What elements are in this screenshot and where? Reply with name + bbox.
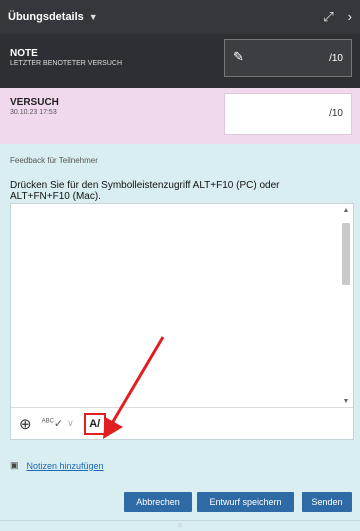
- chevron-right-icon[interactable]: ›: [348, 9, 352, 25]
- grade-field[interactable]: ✎ /10: [224, 39, 352, 77]
- send-button[interactable]: Senden: [302, 492, 352, 512]
- cancel-button[interactable]: Abbrechen: [124, 492, 192, 512]
- chevron-down-icon[interactable]: ∨: [67, 418, 74, 429]
- divider: [0, 520, 360, 521]
- feedback-editor: ▲ ▼ ⊕ ABC✓ ∨ A /: [10, 203, 354, 440]
- add-notes-label[interactable]: Notizen hinzufügen: [27, 461, 104, 471]
- attempt-denominator: /10: [329, 108, 343, 119]
- spellcheck-icon[interactable]: ABC✓: [42, 417, 64, 430]
- scrollbar-thumb[interactable]: [342, 223, 350, 285]
- panel-header: Übungsdetails ▼ ⤢ ›: [0, 0, 360, 34]
- attempt-score-field[interactable]: /10: [224, 93, 352, 135]
- spellcheck-label: ABC: [41, 418, 54, 425]
- editor-scrollbar[interactable]: ▲ ▼: [340, 207, 352, 405]
- save-draft-button[interactable]: Entwurf speichern: [197, 492, 294, 512]
- grade-denominator: /10: [329, 53, 343, 64]
- plus-circle-icon[interactable]: ⊕: [19, 415, 32, 433]
- expand-icon[interactable]: ⤢: [323, 9, 333, 25]
- scroll-down-icon[interactable]: ▼: [340, 398, 352, 405]
- editor-toolbar: ⊕ ABC✓ ∨ A /: [11, 407, 353, 439]
- header-tools: ⤢ ›: [323, 9, 352, 25]
- chevron-down-icon[interactable]: ▼: [89, 12, 98, 22]
- scroll-up-icon[interactable]: ▲: [340, 207, 352, 214]
- pencil-icon[interactable]: ✎: [233, 49, 244, 65]
- note-icon: ▣: [10, 460, 19, 470]
- grade-row: NOTE LETZTER BENOTETER VERSUCH ✎ /10: [0, 34, 360, 88]
- toolbar-access-hint: Drücken Sie für den Symbolleistenzugriff…: [10, 180, 280, 202]
- panel-title[interactable]: Übungsdetails: [8, 11, 84, 23]
- attempt-label: VERSUCH: [10, 97, 59, 108]
- grade-sublabel: LETZTER BENOTETER VERSUCH: [10, 60, 123, 67]
- annotation-arrow: [103, 336, 165, 439]
- add-notes-link[interactable]: ▣ Notizen hinzufügen: [10, 460, 104, 471]
- grade-label: NOTE: [10, 48, 38, 59]
- resize-handle-icon[interactable]: ○: [178, 522, 182, 529]
- attempt-row: VERSUCH 30.10.23 17:53 /10: [0, 88, 360, 144]
- feedback-label: Feedback für Teilnehmer: [10, 156, 98, 165]
- attempt-timestamp: 30.10.23 17:53: [10, 109, 57, 116]
